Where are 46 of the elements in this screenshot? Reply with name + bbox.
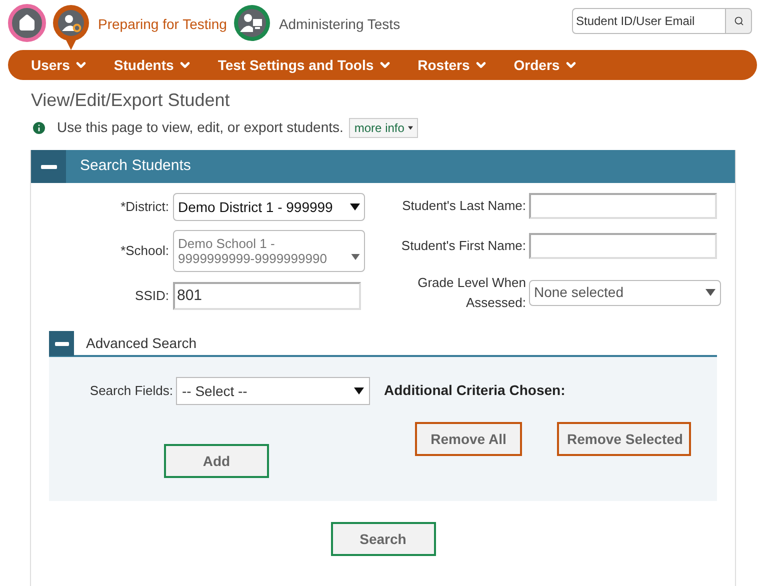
section-title: Advanced Search	[86, 334, 197, 353]
text-field[interactable]	[529, 193, 717, 219]
search-button[interactable]: Search	[330, 522, 436, 556]
field-label: Grade Level When Assessed:	[416, 274, 527, 312]
more-info-button[interactable]: more info	[349, 118, 418, 138]
text-field[interactable]	[529, 233, 717, 259]
field-label: SSID:	[134, 287, 170, 306]
nav-menu[interactable]: Test Settings and Tools	[218, 54, 392, 76]
home-button[interactable]	[8, 4, 46, 42]
nav-menu[interactable]: Rosters	[418, 54, 488, 76]
minus-icon	[54, 342, 68, 346]
caret-icon	[408, 126, 414, 130]
field-label: *District:	[120, 198, 170, 216]
caret-icon	[351, 254, 360, 260]
remove-selected-button[interactable]: Remove Selected	[557, 422, 691, 456]
info-icon	[31, 120, 47, 136]
remove-all-button[interactable]: Remove All	[415, 422, 522, 456]
collapse-button[interactable]	[49, 331, 74, 356]
add-button[interactable]: Add	[164, 444, 269, 478]
app-tab[interactable]: Preparing for Testing	[52, 4, 227, 52]
nav-menu[interactable]: Orders	[514, 54, 578, 76]
field-label: Student's Last Name:	[401, 197, 527, 216]
field-label: Student's First Name:	[400, 237, 527, 256]
text-field[interactable]: 801	[173, 282, 361, 310]
home-icon	[18, 14, 36, 32]
app-tab[interactable]: Administering Tests	[232, 4, 400, 42]
dropdown[interactable]: -- Select --	[176, 377, 370, 405]
criteria-title: Additional Criteria Chosen:	[384, 381, 566, 400]
collapse-button[interactable]	[31, 150, 66, 183]
panel-title: Search Students	[80, 156, 191, 176]
search-button[interactable]	[726, 8, 752, 34]
page-title: View/Edit/Export Student	[31, 89, 230, 111]
nav-menu[interactable]: Students	[114, 54, 192, 76]
caret-icon	[705, 289, 716, 296]
dropdown[interactable]: Demo District 1 - 999999	[173, 193, 365, 221]
search-field[interactable]: Student ID/User Email	[572, 8, 726, 34]
search-icon	[734, 16, 744, 26]
field-label: *School:	[120, 242, 170, 260]
dropdown[interactable]: None selected	[529, 280, 721, 306]
caret-icon	[350, 203, 360, 211]
field-label: Search Fields:	[88, 382, 174, 400]
user-computer-icon	[232, 4, 271, 42]
info-text: Use this page to view, edit, or export students.	[57, 118, 344, 137]
minus-icon	[40, 164, 56, 168]
caret-icon	[354, 387, 364, 395]
nav-menu[interactable]: Users	[31, 54, 88, 76]
